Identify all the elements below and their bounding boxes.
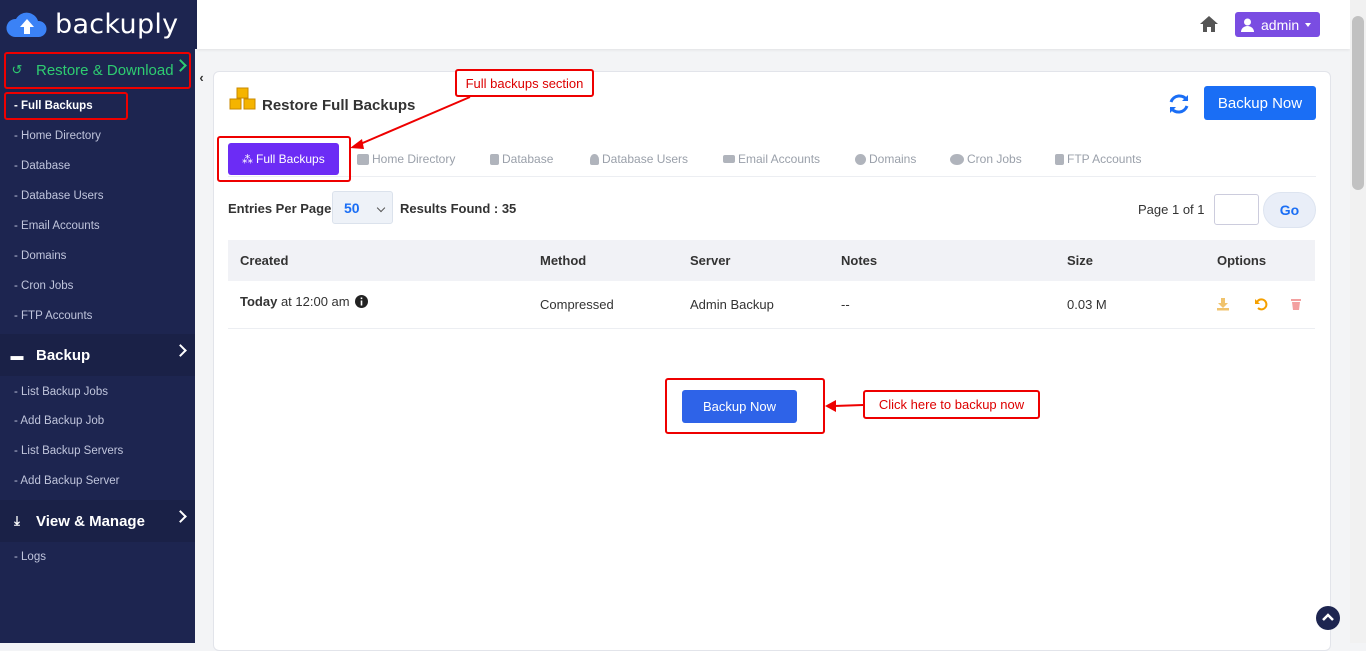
sidebar-item-email-accounts[interactable]: - Email Accounts xyxy=(14,220,100,232)
annotation-backup-now: Click here to backup now xyxy=(863,390,1040,419)
trash-icon[interactable] xyxy=(1289,297,1303,311)
sidebar-item-cron-jobs[interactable]: - Cron Jobs xyxy=(14,280,73,292)
table-row: Today at 12:00 am Compressed Admin Backu… xyxy=(228,281,1315,329)
col-server: Server xyxy=(690,253,731,268)
highlight-full-backups-tab xyxy=(217,136,351,182)
tab-home-directory[interactable]: Home Directory xyxy=(357,143,455,175)
backup-type-tabs: ⁂ Full Backups Home Directory Database D… xyxy=(228,143,1316,177)
envelope-icon xyxy=(723,155,735,163)
folder-icon xyxy=(357,153,369,165)
user-name: admin xyxy=(1261,16,1300,33)
restore-icon[interactable] xyxy=(1254,297,1268,311)
sidebar-section-backup-label: Backup xyxy=(36,346,91,364)
page-info: Page 1 of 1 xyxy=(1138,202,1205,217)
highlight-backup-now xyxy=(665,378,825,434)
col-created: Created xyxy=(240,253,289,268)
sidebar-item-add-backup-server[interactable]: - Add Backup Server xyxy=(14,475,119,487)
chevron-up-icon xyxy=(1322,613,1334,621)
chevron-right-icon xyxy=(174,510,187,523)
home-icon[interactable] xyxy=(1199,14,1219,34)
scroll-to-top-button[interactable] xyxy=(1316,606,1340,630)
sidebar-item-list-backup-servers[interactable]: - List Backup Servers xyxy=(14,445,123,457)
sidebar-collapse-toggle[interactable]: ‹ xyxy=(195,70,208,86)
tab-label: Cron Jobs xyxy=(967,152,1022,166)
chevron-down-icon xyxy=(376,203,386,213)
page-scrollbar[interactable] xyxy=(1350,0,1366,643)
user-menu-button[interactable]: admin xyxy=(1235,12,1320,37)
database-icon xyxy=(490,153,499,165)
page-title: Restore Full Backups xyxy=(262,97,416,114)
col-options: Options xyxy=(1217,253,1267,268)
tab-label: FTP Accounts xyxy=(1067,152,1142,166)
sidebar-item-domains[interactable]: - Domains xyxy=(14,250,66,262)
page-number-input[interactable] xyxy=(1214,194,1259,225)
cell-method: Compressed xyxy=(540,297,614,312)
user-icon xyxy=(1241,18,1254,32)
tab-database-users[interactable]: Database Users xyxy=(590,143,688,175)
info-icon[interactable] xyxy=(355,295,369,308)
results-count: Results Found : 35 xyxy=(400,201,517,216)
annotation-full-backups: Full backups section xyxy=(455,69,594,97)
highlight-full-backups xyxy=(4,92,128,120)
sidebar-item-list-backup-jobs[interactable]: - List Backup Jobs xyxy=(14,386,108,398)
created-day: Today xyxy=(240,294,278,309)
sidebar-item-add-backup-job[interactable]: - Add Backup Job xyxy=(14,415,104,427)
tab-label: Home Directory xyxy=(372,152,456,166)
tab-ftp-accounts[interactable]: FTP Accounts xyxy=(1055,143,1141,175)
table-header: Created Method Server Notes Size Options xyxy=(228,240,1315,281)
refresh-icon[interactable] xyxy=(1167,92,1191,116)
caret-down-icon xyxy=(1305,22,1312,27)
entries-per-page-label: Entries Per Page xyxy=(228,201,332,216)
sidebar-section-backup[interactable]: ▬ Backup xyxy=(0,334,195,376)
tab-domains[interactable]: Domains xyxy=(855,143,916,175)
backup-now-button[interactable]: Backup Now xyxy=(1204,86,1316,120)
created-time: at 12:00 am xyxy=(277,294,350,309)
cloud-upload-icon xyxy=(5,7,49,43)
cell-created: Today at 12:00 am xyxy=(240,294,369,309)
tab-label: Domains xyxy=(869,152,917,166)
file-icon xyxy=(1055,153,1064,165)
col-size: Size xyxy=(1067,253,1094,268)
brand-logo[interactable]: backuply xyxy=(0,0,197,49)
chevron-right-icon xyxy=(174,344,187,357)
brand-name: backuply xyxy=(55,9,179,40)
sidebar-section-view-label: View & Manage xyxy=(36,512,145,530)
tab-label: Email Accounts xyxy=(738,152,821,166)
entries-per-page-select[interactable]: 50 xyxy=(332,191,393,224)
col-notes: Notes xyxy=(841,253,878,268)
globe-icon xyxy=(855,153,866,165)
tab-label: Database Users xyxy=(602,152,689,166)
hard-drive-icon: ▬ xyxy=(10,347,24,363)
cell-notes: -- xyxy=(841,297,850,312)
col-method: Method xyxy=(540,253,587,268)
sidebar-item-ftp-accounts[interactable]: - FTP Accounts xyxy=(14,310,92,322)
tab-database[interactable]: Database xyxy=(490,143,553,175)
cell-server: Admin Backup xyxy=(690,297,774,312)
tab-cron-jobs[interactable]: Cron Jobs xyxy=(950,143,1022,175)
download-icon: ⤓ xyxy=(14,513,20,528)
tab-email-accounts[interactable]: Email Accounts xyxy=(723,143,820,175)
sidebar-section-view-manage[interactable]: ⤓ View & Manage xyxy=(0,500,195,542)
scrollbar-thumb[interactable] xyxy=(1352,16,1364,190)
sidebar-item-database-users[interactable]: - Database Users xyxy=(14,190,103,202)
user-icon xyxy=(590,153,599,165)
go-button[interactable]: Go xyxy=(1263,192,1316,228)
download-icon[interactable] xyxy=(1216,297,1230,311)
top-bar xyxy=(197,0,1350,49)
user-clock-icon xyxy=(950,153,964,165)
highlight-restore-section xyxy=(4,52,191,89)
cubes-icon xyxy=(228,87,258,113)
sidebar-item-logs[interactable]: - Logs xyxy=(14,551,46,563)
entries-per-page-value: 50 xyxy=(344,199,360,216)
sidebar-item-home-directory[interactable]: - Home Directory xyxy=(14,130,101,142)
sidebar-item-database[interactable]: - Database xyxy=(14,160,70,172)
tab-label: Database xyxy=(502,152,554,166)
cell-size: 0.03 M xyxy=(1067,297,1107,312)
